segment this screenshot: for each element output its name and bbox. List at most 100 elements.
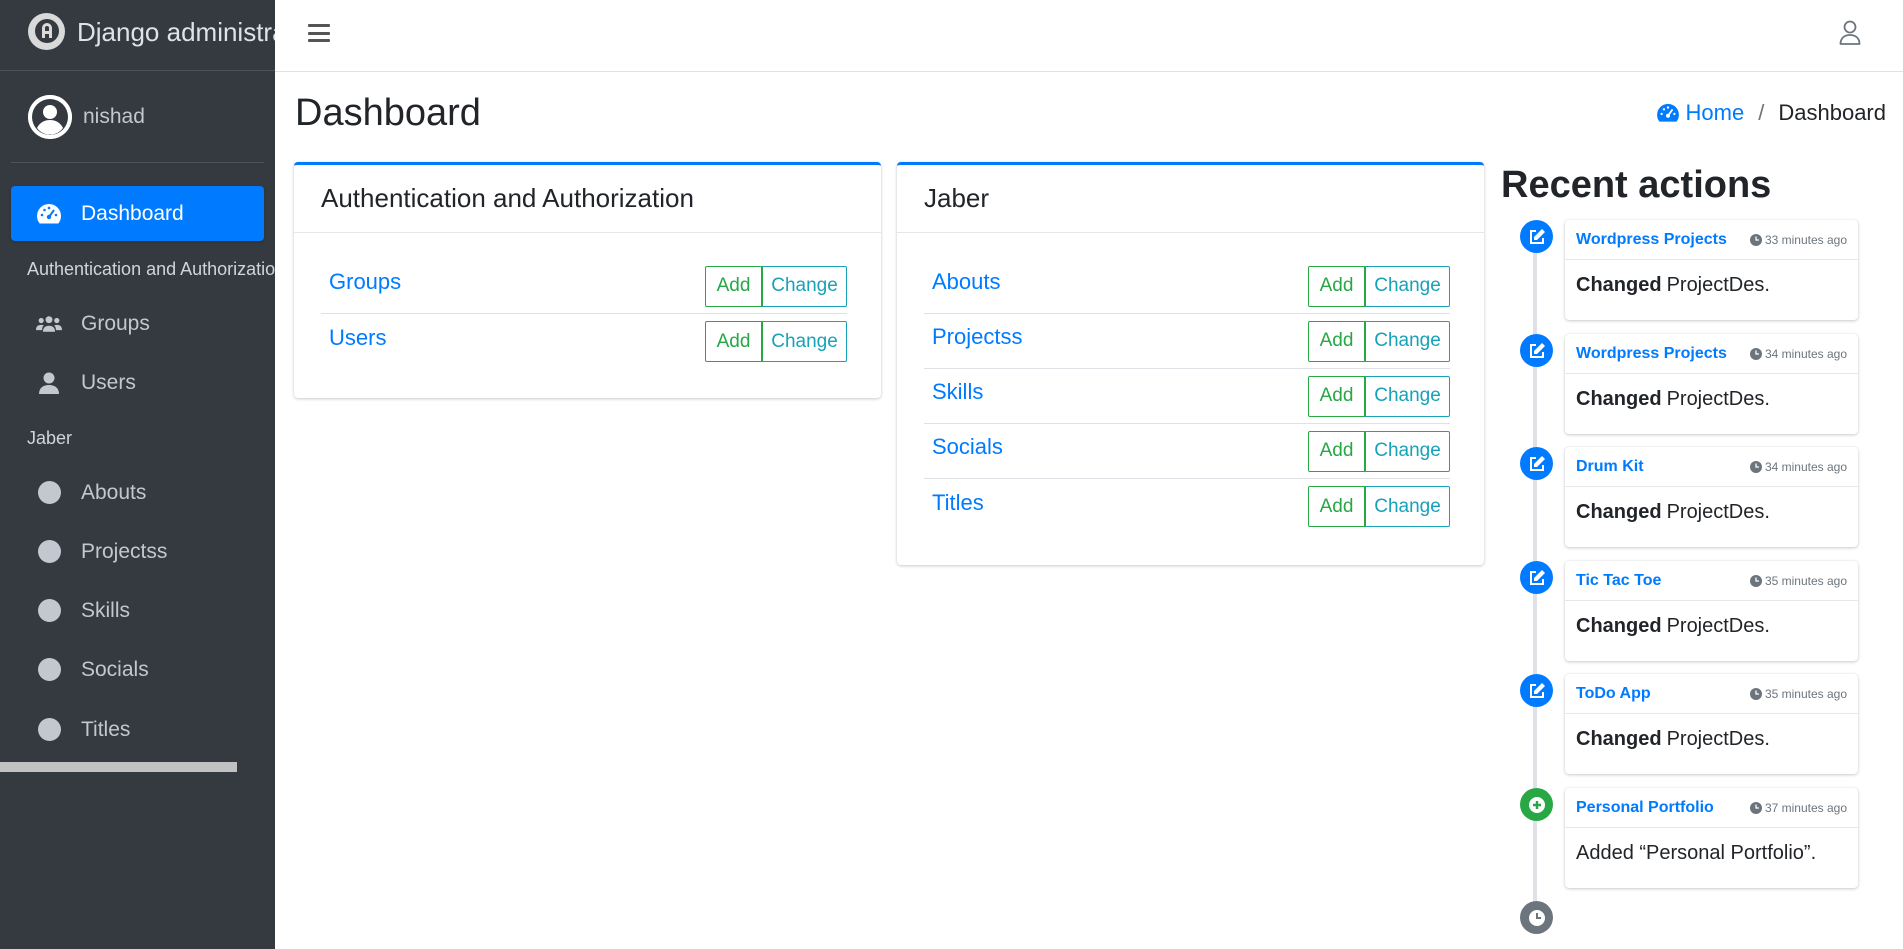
timeline-item: ToDo App 35 minutes ago Changed ProjectDe… (1565, 674, 1858, 774)
timeline-time: 33 minutes ago (1749, 232, 1847, 247)
sidebar-scrollbar[interactable] (0, 762, 237, 772)
change-projectss-button[interactable]: Change (1365, 320, 1450, 362)
sidebar-item-label: Groups (81, 311, 150, 335)
breadcrumb-home-label: Home (1685, 100, 1745, 125)
timeline-body: Added “Personal Portfolio”. (1565, 828, 1858, 879)
timeline-time-text: 34 minutes ago (1764, 346, 1847, 361)
timeline-detail: ProjectDes. (1666, 388, 1770, 410)
breadcrumb-separator: / (1758, 100, 1765, 125)
sidebar-item-socials[interactable]: Socials (11, 642, 264, 697)
sidebar-item-label: Skills (81, 598, 131, 622)
timeline-body: Changed ProjectDes. (1565, 487, 1858, 538)
add-users-button[interactable]: Add (705, 321, 762, 362)
add-socials-button[interactable]: Add (1308, 430, 1365, 472)
edit-icon (1520, 334, 1553, 367)
sidebar-item-abouts[interactable]: Abouts (11, 465, 264, 520)
circle-icon (37, 481, 61, 504)
add-groups-button[interactable]: Add (705, 265, 762, 307)
user-menu-icon[interactable] (1839, 20, 1861, 50)
timeline-item: Personal Portfolio 37 minutes ago Added … (1565, 788, 1858, 888)
sidebar-header-auth: Authentication and Authorization (27, 259, 275, 279)
change-socials-button[interactable]: Change (1365, 430, 1450, 472)
timeline-body: Changed ProjectDes. (1565, 374, 1858, 425)
add-projectss-button[interactable]: Add (1308, 320, 1365, 362)
change-abouts-button[interactable]: Change (1365, 265, 1450, 307)
sidebar-item-label: Abouts (81, 480, 147, 504)
timeline-detail: ProjectDes. (1666, 728, 1770, 750)
model-link-skills[interactable]: Skills (932, 379, 983, 405)
timeline-verb: Changed (1576, 388, 1662, 410)
user-name: nishad (83, 104, 145, 128)
model-row-skills: Skills Add Change (924, 369, 1450, 424)
user-panel[interactable]: nishad (11, 71, 264, 163)
model-link-abouts[interactable]: Abouts (932, 269, 1001, 295)
timeline-object-link[interactable]: Wordpress Projects (1576, 231, 1727, 249)
timeline-item: Wordpress Projects 33 minutes ago Change… (1565, 220, 1858, 320)
users-icon (36, 314, 62, 334)
timeline-object-link[interactable]: Personal Portfolio (1576, 799, 1714, 817)
model-link-users[interactable]: Users (329, 325, 386, 351)
model-link-projectss[interactable]: Projectss (932, 324, 1022, 350)
brand-logo-icon (28, 12, 65, 50)
timeline-verb: Changed (1576, 274, 1662, 296)
timeline-object-link[interactable]: Drum Kit (1576, 458, 1644, 476)
change-groups-button[interactable]: Change (762, 265, 847, 307)
change-skills-button[interactable]: Change (1365, 375, 1450, 417)
model-link-socials[interactable]: Socials (932, 434, 1003, 460)
timeline-time: 34 minutes ago (1749, 460, 1847, 474)
timeline-object-link[interactable]: Wordpress Projects (1576, 345, 1727, 363)
clock-icon (1749, 687, 1762, 700)
clock-icon (1520, 901, 1553, 934)
page-title: Dashboard (295, 92, 481, 134)
edit-icon (1520, 674, 1553, 707)
sidebar-item-titles[interactable]: Titles (11, 702, 264, 757)
breadcrumb: Home / Dashboard (1656, 100, 1886, 126)
menu-toggle-icon[interactable] (308, 24, 330, 42)
model-row-projectss: Projectss Add Change (924, 314, 1450, 369)
timeline-time-text: 33 minutes ago (1764, 232, 1847, 247)
timeline-detail: Added “Personal Portfolio”. (1576, 842, 1817, 864)
circle-icon (37, 658, 61, 681)
brand-link[interactable]: Django administration (0, 0, 275, 71)
sidebar-item-groups[interactable]: Groups (11, 296, 264, 351)
timeline-item: Wordpress Projects 34 minutes ago Change… (1565, 334, 1858, 434)
add-skills-button[interactable]: Add (1308, 375, 1365, 417)
circle-icon (37, 599, 61, 622)
clock-icon (1749, 460, 1762, 473)
brand-title: Django administration (77, 16, 275, 47)
top-navbar (275, 0, 1903, 72)
model-row-groups: Groups Add Change (321, 259, 847, 314)
clock-icon (1749, 347, 1762, 360)
model-row-socials: Socials Add Change (924, 424, 1450, 479)
model-link-groups[interactable]: Groups (329, 269, 401, 295)
change-titles-button[interactable]: Change (1365, 486, 1450, 527)
timeline-time-text: 35 minutes ago (1764, 686, 1847, 701)
timeline-object-link[interactable]: ToDo App (1576, 685, 1651, 703)
sidebar-item-projectss[interactable]: Projectss (11, 524, 264, 579)
sidebar-item-skills[interactable]: Skills (11, 583, 264, 638)
timeline-verb: Changed (1576, 501, 1662, 523)
sidebar-item-label: Socials (81, 657, 149, 681)
model-row-abouts: Abouts Add Change (924, 259, 1450, 314)
sidebar-item-label: Titles (81, 717, 131, 741)
sidebar-item-label: Users (81, 370, 136, 394)
add-abouts-button[interactable]: Add (1308, 265, 1365, 307)
breadcrumb-home[interactable]: Home (1656, 100, 1745, 126)
timeline-verb: Changed (1576, 728, 1662, 750)
model-link-titles[interactable]: Titles (932, 490, 984, 516)
timeline-time: 37 minutes ago (1749, 801, 1847, 815)
timeline-time-text: 35 minutes ago (1764, 573, 1847, 588)
circle-icon (37, 718, 61, 741)
sidebar-item-dashboard[interactable]: Dashboard (11, 186, 264, 241)
sidebar-item-users[interactable]: Users (11, 355, 264, 410)
model-row-users: Users Add Change (321, 314, 847, 369)
user-avatar-icon (28, 94, 72, 139)
timeline-detail: ProjectDes. (1666, 274, 1770, 296)
timeline-object-link[interactable]: Tic Tac Toe (1576, 572, 1661, 590)
edit-icon (1520, 447, 1553, 480)
add-titles-button[interactable]: Add (1308, 486, 1365, 527)
change-users-button[interactable]: Change (762, 321, 847, 362)
timeline-item: Tic Tac Toe 35 minutes ago Changed Projec… (1565, 561, 1858, 661)
timeline-body: Changed ProjectDes. (1565, 260, 1858, 311)
recent-actions-title: Recent actions (1501, 164, 1772, 206)
